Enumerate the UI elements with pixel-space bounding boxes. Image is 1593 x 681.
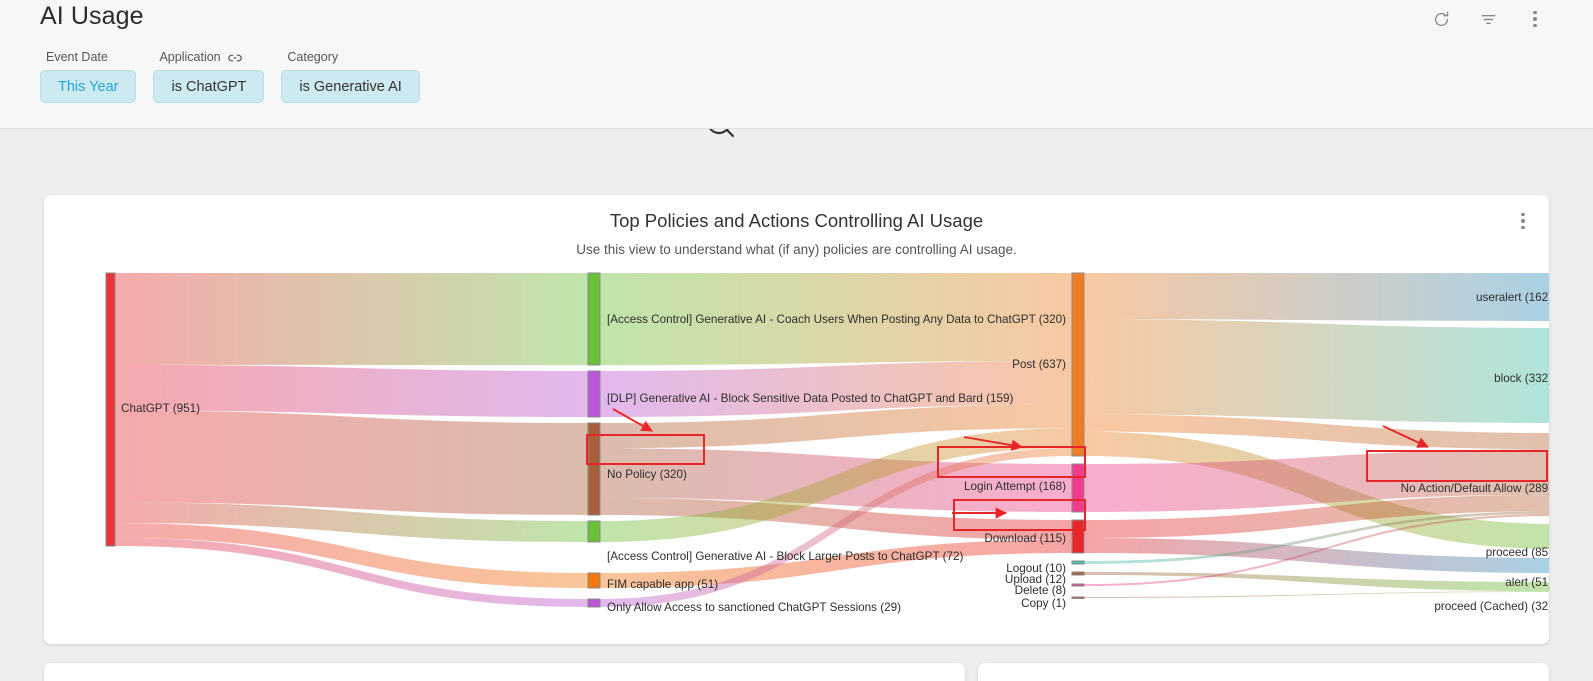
page-title: AI Usage — [40, 2, 144, 30]
sankey-node[interactable] — [1071, 463, 1085, 513]
filter-chip-event-date[interactable]: This Year — [40, 70, 137, 103]
filter-label-category: Category — [281, 50, 419, 64]
sankey-node[interactable] — [1071, 571, 1085, 576]
sankey-node[interactable] — [1071, 560, 1085, 565]
sankey-node[interactable] — [587, 572, 601, 589]
refresh-icon[interactable] — [1430, 8, 1452, 30]
sankey-node[interactable] — [587, 272, 601, 366]
sankey-link[interactable] — [115, 273, 588, 365]
link-icon[interactable] — [227, 52, 242, 62]
filter-label-text: Category — [287, 50, 339, 64]
filter-chip-category[interactable]: is Generative AI — [281, 70, 420, 103]
sankey-link[interactable] — [115, 364, 588, 417]
filter-icon[interactable] — [1477, 8, 1499, 30]
sankey-node[interactable] — [587, 520, 601, 543]
sankey-node[interactable] — [587, 598, 601, 608]
sankey-link[interactable] — [1084, 591, 1549, 598]
filter-event-date: Event Date This Year — [40, 50, 137, 103]
more-options-icon[interactable] — [1524, 8, 1546, 30]
filter-application: Application is ChatGPT — [153, 50, 265, 103]
sankey-link[interactable] — [1084, 319, 1549, 423]
filter-chip-application[interactable]: is ChatGPT — [153, 70, 265, 103]
sankey-diagram: ChatGPT (951) [Access Control] Generative… — [44, 195, 1549, 644]
sankey-node[interactable] — [1071, 272, 1085, 457]
sankey-node[interactable] — [105, 272, 116, 547]
filter-label-event-date: Event Date — [40, 50, 136, 64]
kebab-dots — [1533, 10, 1537, 28]
filter-label-text: Application — [159, 50, 221, 64]
filter-label-application: Application — [153, 50, 264, 64]
sankey-node[interactable] — [1071, 596, 1085, 599]
sankey-link[interactable] — [1084, 273, 1549, 321]
header-toolbar — [1430, 8, 1546, 30]
sankey-link[interactable] — [600, 539, 1072, 588]
page-header: AI Usage Event Date This Year Applicatio… — [0, 0, 1593, 129]
sankey-canvas — [105, 272, 1549, 608]
filter-category: Category is Generative AI — [281, 50, 420, 103]
secondary-panel-right — [978, 663, 1549, 681]
sankey-link[interactable] — [1084, 572, 1549, 592]
ai-usage-dashboard: AI Usage Event Date This Year Applicatio… — [0, 0, 1593, 681]
filter-bar: Event Date This Year Application is Chat… — [40, 50, 437, 103]
sankey-link[interactable] — [115, 410, 588, 515]
sankey-node[interactable] — [1071, 583, 1085, 587]
sankey-panel: Top Policies and Actions Controlling AI … — [44, 195, 1549, 644]
sankey-node[interactable] — [587, 422, 601, 516]
sankey-node[interactable] — [1071, 519, 1085, 554]
sankey-node[interactable] — [587, 370, 601, 418]
secondary-panel-left — [44, 663, 965, 681]
sankey-link[interactable] — [600, 273, 1072, 365]
filter-label-text: Event Date — [46, 50, 108, 64]
